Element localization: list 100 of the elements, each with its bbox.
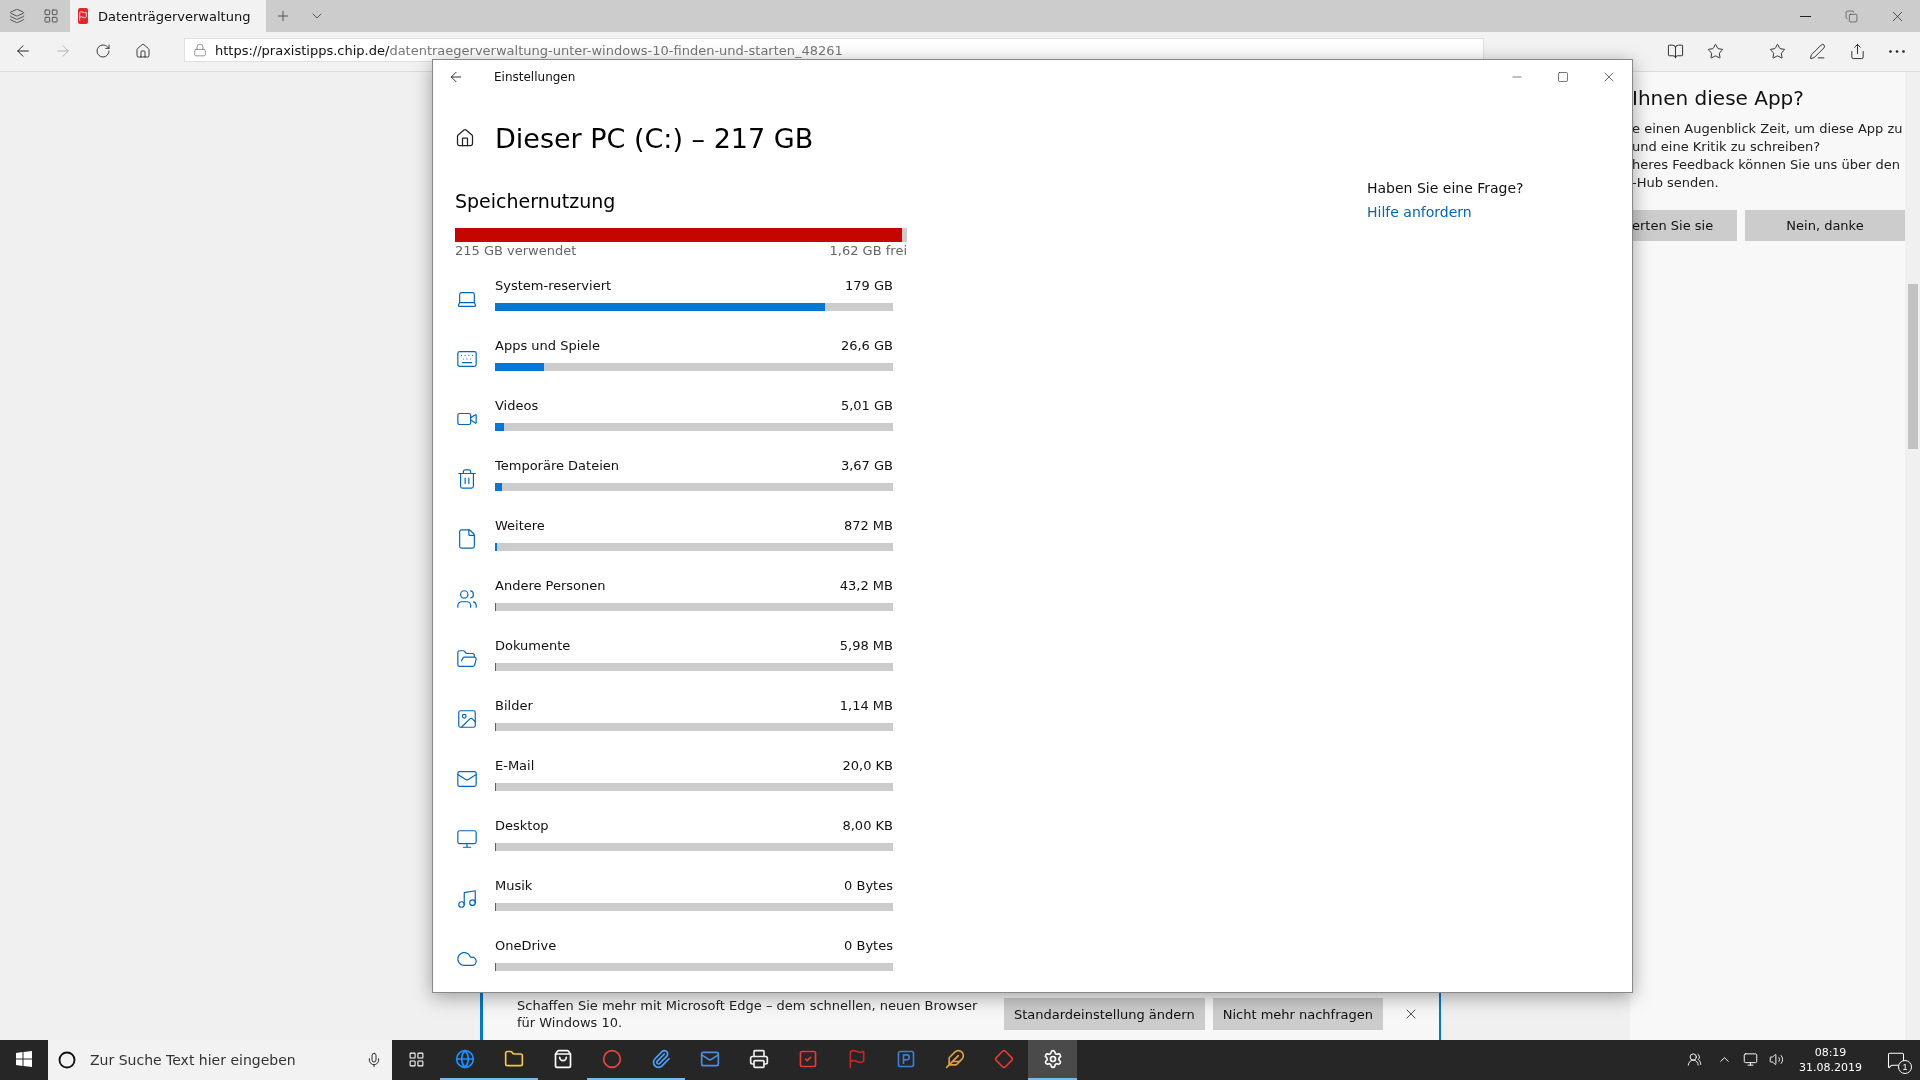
section-heading: Speichernutzung	[455, 190, 617, 212]
category-size: 5,98 MB	[839, 638, 893, 653]
pen-icon	[1808, 42, 1826, 60]
home-icon	[135, 43, 151, 59]
file-icon	[456, 528, 478, 550]
free-label: 1,62 GB frei	[829, 243, 907, 258]
panel-text: heres Feedback können Sie uns über den	[1632, 156, 1901, 174]
more-icon	[1889, 49, 1905, 53]
storage-category[interactable]: Desktop 8,00 KB	[455, 806, 915, 866]
forward-arrow-icon	[54, 42, 72, 60]
settings-icon	[1042, 1049, 1063, 1069]
storage-category[interactable]: OneDrive 0 Bytes	[455, 926, 915, 986]
panel-button[interactable]: erten Sie sie	[1632, 210, 1737, 241]
task-view-icon	[407, 1050, 425, 1068]
search-field[interactable]: Zur Suche Text hier eingeben	[88, 1051, 354, 1069]
home-icon	[455, 128, 475, 148]
category-name: Apps und Spiele	[495, 338, 600, 353]
book-icon	[1666, 42, 1684, 60]
monitor-icon	[1742, 1051, 1758, 1067]
lock-icon	[193, 43, 207, 57]
star-icon	[1706, 42, 1724, 60]
storage-category[interactable]: Apps und Spiele 26,6 GB	[455, 326, 915, 386]
tab-title: Datenträgerverwaltung	[98, 8, 251, 24]
speaker-icon	[1768, 1051, 1784, 1067]
category-name: Andere Personen	[495, 578, 606, 593]
refresh-icon	[95, 43, 111, 59]
storage-category[interactable]: System-reserviert 179 GB	[455, 266, 915, 326]
help-link[interactable]: Hilfe anfordern	[1367, 204, 1524, 220]
category-name: Bilder	[495, 698, 533, 713]
image-icon	[456, 708, 478, 730]
monitor-icon	[456, 828, 478, 850]
folder-icon	[503, 1049, 524, 1069]
microphone-icon	[366, 1052, 382, 1068]
panel-button[interactable]: Nein, danke	[1745, 210, 1905, 241]
category-size: 872 MB	[843, 518, 893, 533]
storage-category[interactable]: Weitere 872 MB	[455, 506, 915, 566]
circle-icon	[601, 1049, 622, 1069]
users-icon	[456, 588, 478, 610]
plus-icon	[275, 8, 291, 24]
checkbox-icon	[797, 1049, 818, 1069]
grid-icon	[43, 8, 59, 24]
help-question: Haben Sie eine Frage?	[1367, 180, 1524, 196]
category-name: Dokumente	[495, 638, 571, 653]
diamond-icon	[993, 1049, 1014, 1069]
panel-text: und eine Kritik zu schreiben?	[1632, 138, 1822, 156]
category-size: 3,67 GB	[840, 458, 893, 473]
panel-text: -Hub senden.	[1632, 174, 1720, 192]
storage-category[interactable]: E-Mail 20,0 KB	[455, 746, 915, 806]
storage-category[interactable]: Musik 0 Bytes	[455, 866, 915, 926]
notification-badge: 1	[1898, 1060, 1912, 1074]
category-name: Musik	[495, 878, 533, 893]
trash-icon	[456, 468, 478, 490]
site-favicon-icon	[78, 8, 88, 24]
category-size: 26,6 GB	[840, 338, 893, 353]
storage-category[interactable]: Dokumente 5,98 MB	[455, 626, 915, 686]
storage-category[interactable]: Andere Personen 43,2 MB	[455, 566, 915, 626]
browser-tab[interactable]: Datenträgerverwaltung	[70, 0, 266, 32]
storage-category[interactable]: Bilder 1,14 MB	[455, 686, 915, 746]
keyboard-icon	[456, 348, 478, 370]
category-size: 179 GB	[845, 278, 893, 293]
star-icon	[1768, 42, 1786, 60]
notification-message: Schaffen Sie mehr mit Microsoft Edge – dem schnellen, neuen Browser für Windows 10.	[517, 997, 979, 1031]
feather-icon	[944, 1049, 965, 1069]
shopping-bag-icon	[552, 1049, 573, 1069]
notification-button[interactable]: Nicht mehr nachfragen	[1212, 998, 1383, 1030]
category-size: 0 Bytes	[844, 878, 893, 893]
notification-button[interactable]: Standardeinstellung ändern	[1003, 998, 1205, 1030]
people-icon	[1686, 1051, 1702, 1067]
address-field[interactable]: https://praxistipps.chip.de/datentraegerverwaltung-unter-windows-10-finden-und-starten_48261	[184, 38, 1484, 62]
action-center-button[interactable]: 1	[1872, 1040, 1920, 1080]
category-name: System-reserviert	[495, 278, 612, 293]
scroll-thumb[interactable]	[1907, 284, 1918, 449]
paperclip-icon	[650, 1049, 671, 1069]
storage-category[interactable]: Videos 5,01 GB	[455, 386, 915, 446]
category-name: Weitere	[495, 518, 545, 533]
window-title: Einstellungen	[494, 70, 577, 84]
clock[interactable]: 08:19 31.08.2019	[1789, 1040, 1872, 1080]
category-size: 43,2 MB	[839, 578, 893, 593]
panel-text: e einen Augenblick Zeit, um diese App zu	[1632, 120, 1904, 138]
category-size: 5,01 GB	[840, 398, 893, 413]
page-heading: Dieser PC (C:) – 217 GB	[495, 122, 814, 154]
used-label: 215 GB verwendet	[455, 243, 577, 258]
windows-logo-icon	[16, 1051, 32, 1067]
mail-icon	[699, 1049, 720, 1069]
printer-icon	[748, 1049, 769, 1069]
minimize-icon	[1799, 15, 1811, 17]
share-icon	[1848, 42, 1866, 60]
mail-icon	[456, 768, 478, 790]
layers-icon	[9, 8, 25, 24]
url-text: https://praxistipps.chip.de/datentraegerverwaltung-unter-windows-10-finden-und-starten_48261	[215, 42, 843, 58]
taskbar-app[interactable]	[1028, 1040, 1077, 1080]
panel-title: Ihnen diese App?	[1632, 86, 1805, 110]
category-name: Videos	[495, 398, 539, 413]
storage-category[interactable]: Temporäre Dateien 3,67 GB	[455, 446, 915, 506]
ring-icon	[58, 1051, 76, 1069]
parking-icon	[895, 1049, 916, 1069]
speech-bubble-icon	[1887, 1051, 1905, 1069]
globe-icon	[454, 1049, 475, 1069]
category-size: 1,14 MB	[839, 698, 893, 713]
search-box[interactable]: Zur Suche Text hier eingeben	[48, 1040, 392, 1080]
